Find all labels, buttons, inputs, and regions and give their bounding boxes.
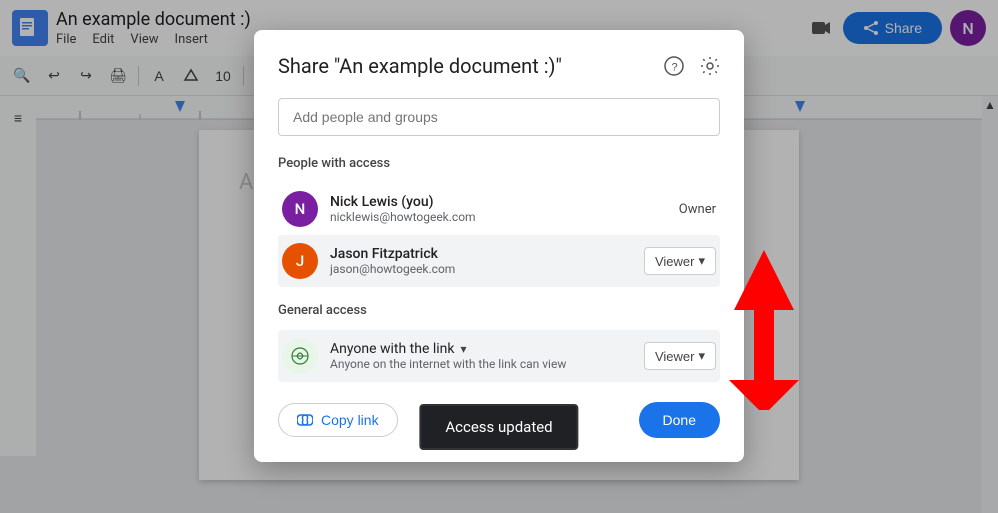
modal-title: Share "An example document :)" [278, 54, 562, 78]
nick-name: Nick Lewis (you) [330, 194, 679, 210]
nick-email: nicklewis@howtogeek.com [330, 210, 679, 224]
modal-header: Share "An example document :)" ? [278, 54, 720, 78]
jason-avatar: J [282, 243, 318, 279]
access-type-chevron: ▾ [461, 342, 467, 356]
jason-email: jason@howtogeek.com [330, 262, 644, 276]
link-icon [282, 338, 318, 374]
search-input-wrapper[interactable] [278, 98, 720, 136]
jason-info: Jason Fitzpatrick jason@howtogeek.com [330, 246, 644, 276]
nick-avatar: N [282, 191, 318, 227]
access-role-chevron: ▾ [698, 348, 705, 364]
access-row: Anyone with the link ▾ Anyone on the int… [278, 330, 720, 382]
help-icon-btn[interactable]: ? [664, 56, 684, 76]
copy-link-button[interactable]: Copy link [278, 403, 398, 437]
modal-overlay: Share "An example document :)" ? [0, 0, 998, 513]
jason-role-dropdown[interactable]: Viewer ▾ [644, 247, 716, 275]
copy-link-label: Copy link [321, 412, 379, 428]
settings-icon-btn[interactable] [700, 56, 720, 76]
access-subtitle: Anyone on the internet with the link can… [330, 357, 644, 371]
person-row-nick: N Nick Lewis (you) nicklewis@howtogeek.c… [278, 183, 720, 235]
access-info: Anyone with the link ▾ Anyone on the int… [330, 341, 644, 371]
svg-text:?: ? [672, 62, 678, 74]
share-modal: Share "An example document :)" ? [254, 30, 744, 462]
general-access-section: General access Anyone with the link ▾ [278, 303, 720, 382]
modal-icon-group: ? [664, 56, 720, 76]
person-row-jason: J Jason Fitzpatrick jason@howtogeek.com … [278, 235, 720, 287]
done-button[interactable]: Done [639, 402, 720, 438]
access-role-dropdown[interactable]: Viewer ▾ [644, 342, 716, 370]
jason-name: Jason Fitzpatrick [330, 246, 644, 262]
dropdown-chevron-icon: ▾ [698, 253, 705, 269]
nick-role: Owner [679, 202, 716, 217]
access-type[interactable]: Anyone with the link ▾ [330, 341, 644, 357]
people-with-access-title: People with access [278, 156, 720, 171]
nick-info: Nick Lewis (you) nicklewis@howtogeek.com [330, 194, 679, 224]
access-updated-toast: Access updated [419, 404, 578, 450]
red-arrow [724, 250, 804, 410]
add-people-input[interactable] [293, 109, 705, 125]
general-access-title: General access [278, 303, 720, 318]
